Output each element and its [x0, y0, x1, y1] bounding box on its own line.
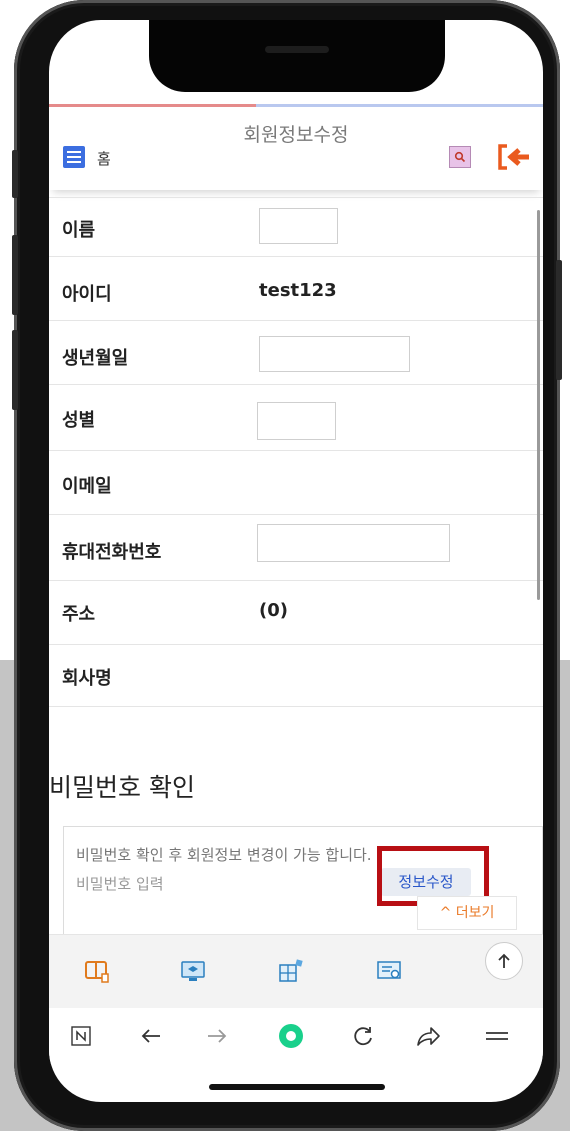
- divider: [49, 644, 543, 645]
- menu-lines-icon[interactable]: [479, 1018, 515, 1054]
- menu-icon[interactable]: [63, 146, 85, 168]
- row-label-id: 아이디: [62, 284, 112, 305]
- back-arrow-icon[interactable]: [133, 1018, 169, 1054]
- row-label-phone: 휴대전화번호: [62, 542, 162, 563]
- name-input[interactable]: [259, 208, 338, 244]
- scrollbar[interactable]: [537, 210, 540, 600]
- more-button[interactable]: ^ 더보기: [417, 896, 517, 930]
- row-label-birthdate: 생년월일: [62, 348, 129, 369]
- refresh-icon[interactable]: [345, 1018, 381, 1054]
- logout-icon[interactable]: [495, 142, 535, 172]
- divider: [49, 384, 543, 385]
- volume-down-button: [12, 330, 18, 410]
- lecture-monitor-icon[interactable]: [179, 957, 207, 985]
- mute-switch: [12, 150, 18, 198]
- scroll-to-top-icon[interactable]: [485, 942, 523, 980]
- row-label-email: 이메일: [62, 476, 112, 497]
- book-icon[interactable]: [83, 957, 111, 985]
- divider: [49, 450, 543, 451]
- search-icon[interactable]: [449, 146, 471, 168]
- certificate-icon[interactable]: [375, 957, 403, 985]
- row-label-address: 주소: [62, 604, 96, 625]
- gender-select[interactable]: [257, 402, 336, 440]
- share-icon[interactable]: [411, 1018, 447, 1054]
- row-label-company: 회사명: [62, 668, 112, 689]
- page-title: 회원정보수정: [243, 124, 349, 146]
- volume-up-button: [12, 235, 18, 315]
- phone-screen: 홈 회원정보수정 이름 아이디 test123 생년월일 성별 이메일 휴대전화…: [49, 20, 543, 1102]
- row-label-gender: 성별: [62, 410, 96, 431]
- phone-input[interactable]: [257, 524, 450, 562]
- password-section-title: 비밀번호 확인: [49, 773, 195, 802]
- app-dock: [49, 934, 543, 1009]
- address-value: (0): [259, 600, 288, 621]
- browser-toolbar: [49, 1008, 543, 1064]
- divider: [49, 320, 543, 321]
- top-bar: 홈 회원정보수정: [49, 108, 543, 190]
- page-progress-bar: [49, 104, 543, 107]
- birthdate-input[interactable]: [259, 336, 410, 372]
- password-notice: 비밀번호 확인 후 회원정보 변경이 가능 합니다.: [76, 846, 372, 864]
- progress-fill: [49, 104, 257, 107]
- divider: [49, 706, 543, 707]
- forward-arrow-icon[interactable]: [199, 1018, 235, 1054]
- notch: [149, 20, 445, 92]
- divider: [49, 580, 543, 581]
- password-input[interactable]: 비밀번호 입력: [76, 873, 164, 894]
- green-circle-home-icon[interactable]: [273, 1018, 309, 1054]
- power-button: [556, 260, 562, 380]
- divider: [49, 197, 543, 198]
- puzzle-icon[interactable]: [277, 957, 305, 985]
- divider: [49, 256, 543, 257]
- divider: [49, 514, 543, 515]
- naver-n-icon[interactable]: [63, 1018, 99, 1054]
- row-label-name: 이름: [62, 220, 96, 241]
- home-indicator[interactable]: [209, 1084, 385, 1090]
- user-id-value: test123: [259, 280, 337, 301]
- home-link[interactable]: 홈: [97, 148, 111, 169]
